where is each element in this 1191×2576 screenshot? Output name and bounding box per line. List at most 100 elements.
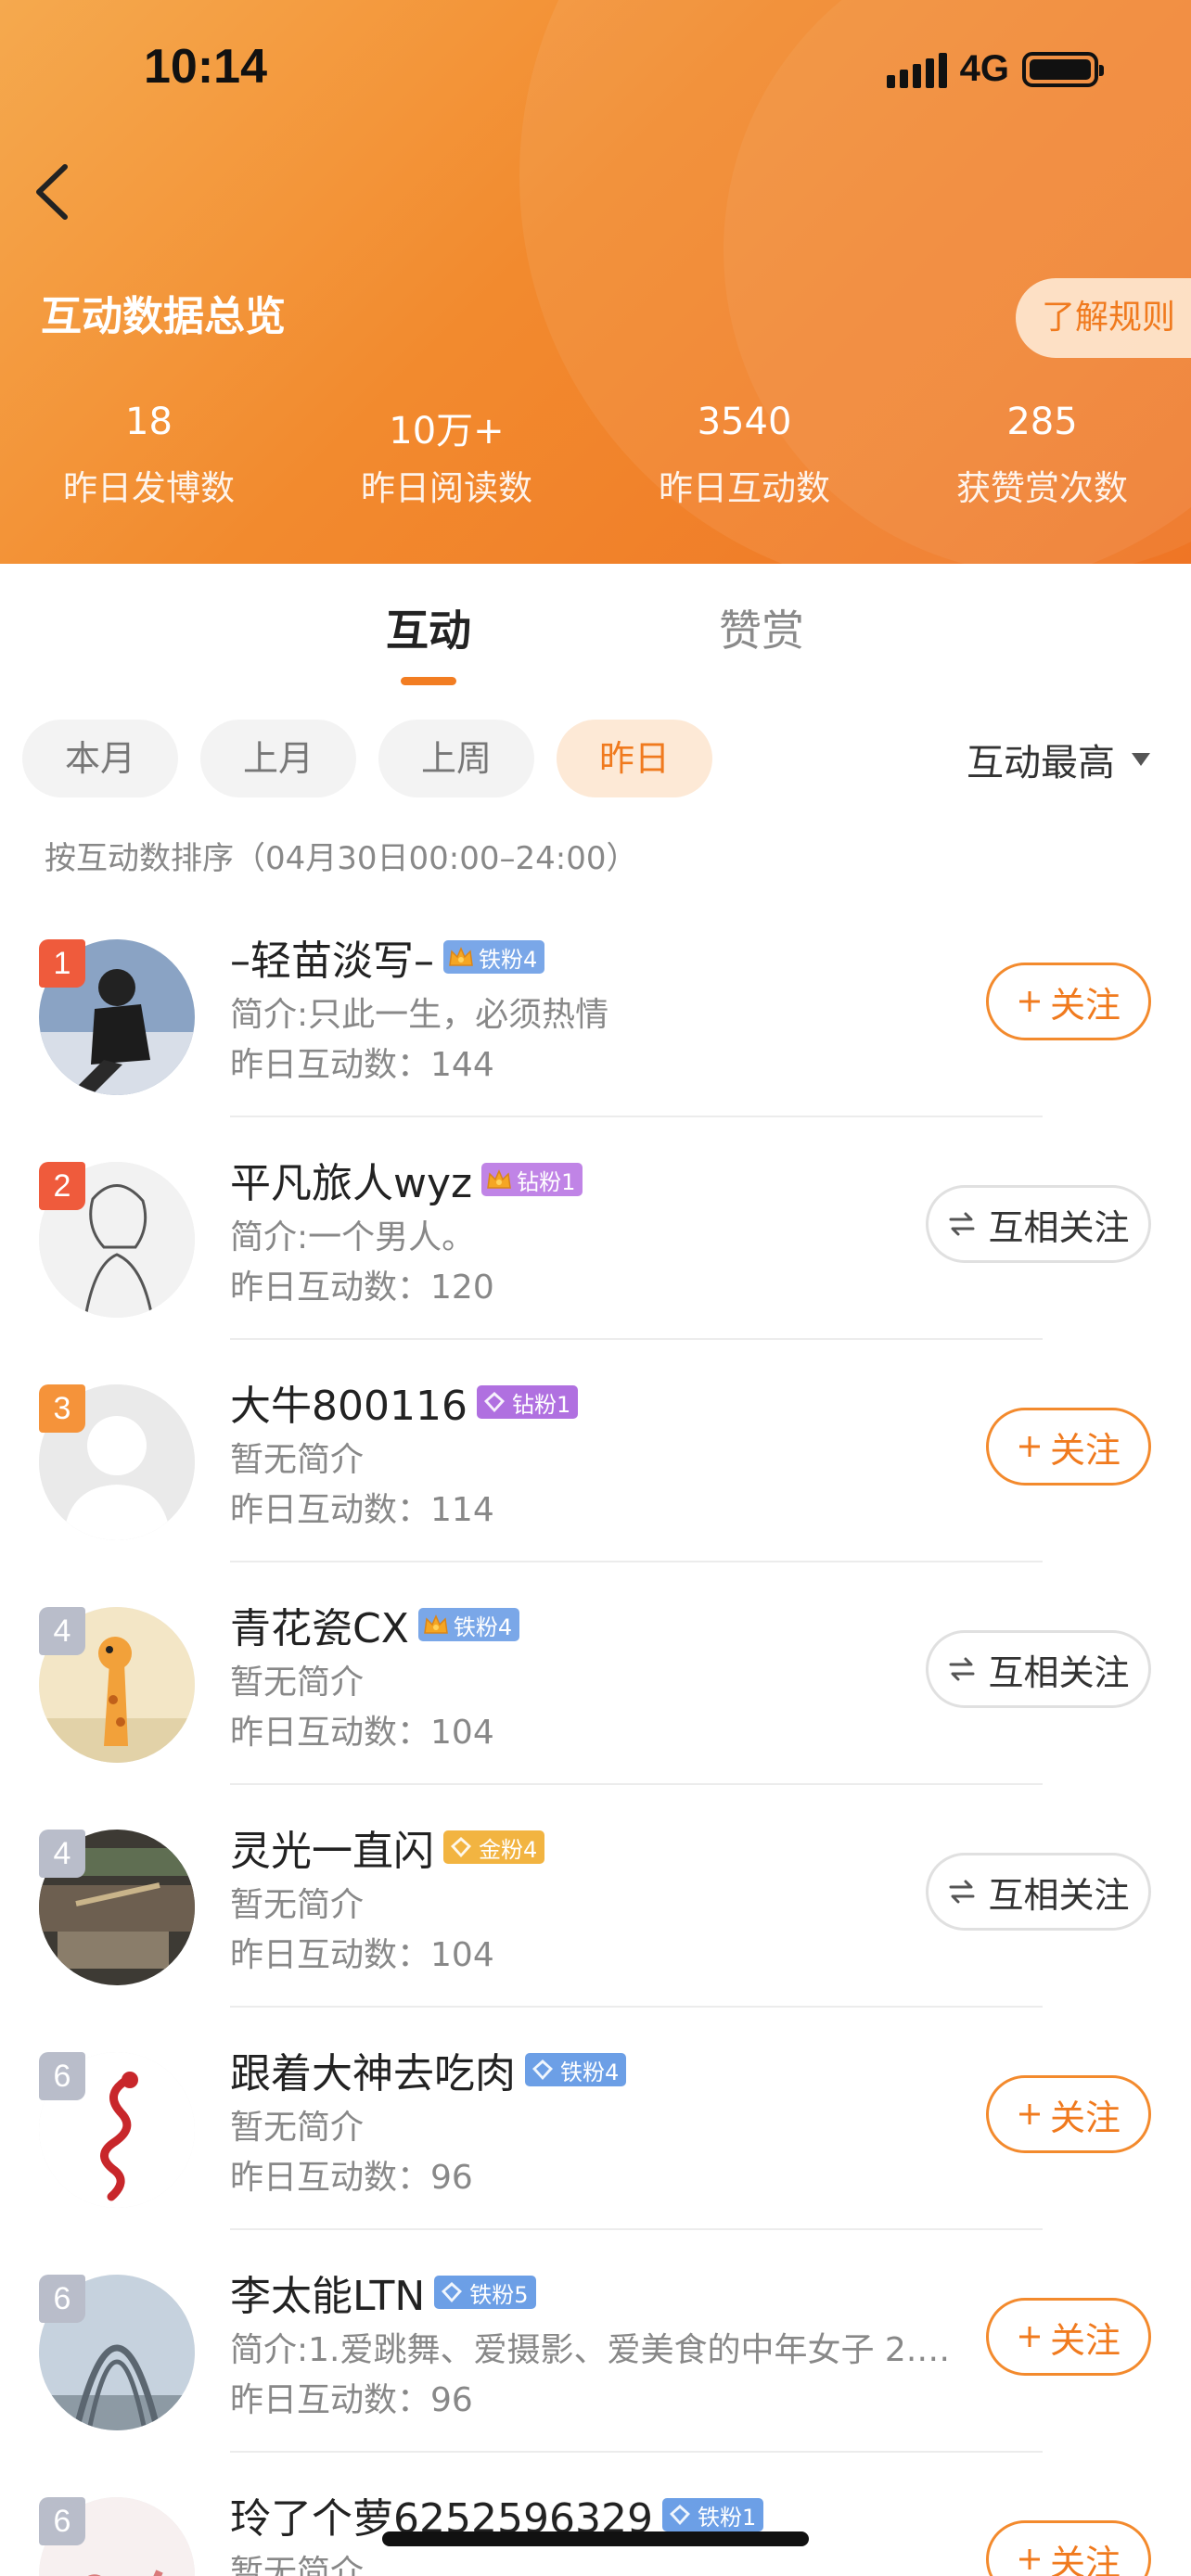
fan-level-text: 铁粉4 (560, 2059, 620, 2085)
rank-badge: 1 (39, 939, 85, 988)
tab-interaction[interactable]: 互动 (386, 593, 471, 668)
mutual-follow-button[interactable]: 互相关注 (926, 1630, 1151, 1708)
header-banner: 10:14 4G 互动数据总览 了解规则 18 昨日发博数 10万+ 昨日阅读数… (0, 0, 1191, 564)
user-intro: 暂无简介 (230, 1441, 365, 1479)
back-button[interactable] (26, 159, 82, 224)
interaction-count: 昨日互动数：96 (230, 2373, 473, 2421)
status-icons: 4G (886, 48, 1104, 90)
follow-label: 关注 (1049, 2319, 1121, 2361)
interaction-count-value: 144 (430, 1046, 494, 1084)
mutual-follow-label: 互相关注 (988, 1651, 1130, 1693)
follow-label: 关注 (1049, 2097, 1121, 2138)
crown-icon (447, 943, 475, 971)
mutual-follow-button[interactable]: 互相关注 (926, 1185, 1151, 1263)
interaction-count-value: 96 (430, 2381, 473, 2419)
user-name[interactable]: 跟着大神去吃肉 (230, 2040, 516, 2099)
user-intro: 简介:一个男人。 (230, 1218, 476, 1256)
filter-this-month[interactable]: 本月 (22, 720, 178, 797)
list-item[interactable]: 6 跟着大神去吃肉 铁粉4 暂无简介 昨日互动数：96 关注 (0, 2008, 1191, 2230)
tab-bar: 互动 赞赏 (0, 593, 1191, 686)
gem-icon (438, 2278, 466, 2306)
mutual-follow-label: 互相关注 (988, 1874, 1130, 1916)
gem-icon (529, 2056, 557, 2084)
follow-button[interactable]: 关注 (986, 963, 1151, 1040)
user-name[interactable]: 青花瓷CX (230, 1595, 409, 1654)
user-name-line: –轻苗淡写– 铁粉4 (230, 925, 545, 989)
interaction-count: 昨日互动数：104 (230, 1928, 494, 1976)
user-name[interactable]: 李太能LTN (230, 2263, 425, 2322)
follow-button[interactable]: 关注 (986, 1408, 1151, 1486)
fan-level-badge: 钻粉1 (481, 1163, 583, 1196)
filter-yesterday[interactable]: 昨日 (557, 720, 712, 797)
follow-button[interactable]: 关注 (986, 2075, 1151, 2153)
mutual-follow-button[interactable]: 互相关注 (926, 1853, 1151, 1931)
user-name-line: 大牛800116 钻粉1 (230, 1370, 579, 1435)
stat-value: 18 (125, 401, 173, 443)
interaction-count-label: 昨日互动数： (230, 2159, 431, 2197)
fan-level-badge: 铁粉4 (525, 2053, 627, 2086)
follow-button[interactable]: 关注 (986, 2298, 1151, 2376)
user-intro: 暂无简介 (230, 1886, 365, 1924)
list-item[interactable]: 6 玲了个萝6252596329 铁粉1 暂无简介 关注 (0, 2453, 1191, 2576)
rank-badge: 2 (39, 1162, 85, 1210)
interaction-count-label: 昨日互动数： (230, 1269, 431, 1307)
list-item[interactable]: 6 李太能LTN 铁粉5 简介:1.爱跳舞、爱摄影、爱美食的中年女子 2.… 昨日互动数… (0, 2230, 1191, 2453)
user-name[interactable]: 灵光一直闪 (230, 1817, 434, 1877)
sort-dropdown[interactable]: 互动最高 (967, 733, 1150, 786)
gem-icon (480, 1388, 508, 1416)
home-indicator[interactable] (382, 2531, 809, 2546)
tab-reward[interactable]: 赞赏 (719, 593, 804, 668)
fan-level-text: 钻粉1 (517, 1168, 576, 1195)
list-item[interactable]: 4 灵光一直闪 金粉4 暂无简介 昨日互动数：104 互相关注 (0, 1785, 1191, 2008)
list-item[interactable]: 4 青花瓷CX 铁粉4 暂无简介 昨日互动数：104 互相关注 (0, 1562, 1191, 1785)
list-item[interactable]: 2 平凡旅人wyz 钻粉1 简介:一个男人。 昨日互动数：120 互相关注 (0, 1117, 1191, 1340)
stats-row: 18 昨日发博数 10万+ 昨日阅读数 3540 昨日互动数 285 获赞赏次数 (0, 401, 1191, 510)
plus-icon (1018, 1436, 1040, 1457)
stat-value: 10万+ (389, 410, 505, 453)
user-list: 1 –轻苗淡写– 铁粉4 简介:只此一生，必须热情 昨日互动数： 144 关注 2 平凡旅人wy… (0, 895, 1191, 2576)
list-item[interactable]: 1 –轻苗淡写– 铁粉4 简介:只此一生，必须热情 昨日互动数：144 关注 (0, 895, 1191, 1117)
stat-interactions[interactable]: 3540 昨日互动数 (596, 401, 893, 510)
plus-icon (1018, 991, 1040, 1012)
battery-icon (1022, 51, 1104, 87)
follow-label: 关注 (1049, 1429, 1121, 1471)
stat-rewards[interactable]: 285 获赞赏次数 (893, 401, 1191, 510)
user-name-line: 灵光一直闪 金粉4 (230, 1815, 545, 1880)
user-name[interactable]: –轻苗淡写– (230, 927, 434, 987)
user-intro: 暂无简介 (230, 1664, 365, 1702)
fan-level-text: 铁粉1 (697, 2504, 757, 2531)
stat-label: 昨日阅读数 (361, 468, 532, 508)
fan-level-text: 金粉4 (479, 1836, 538, 1863)
swap-arrows-icon (949, 1657, 975, 1681)
interaction-count-value: 104 (430, 1936, 494, 1974)
user-name[interactable]: 平凡旅人wyz (230, 1150, 472, 1209)
mutual-follow-label: 互相关注 (988, 1206, 1130, 1248)
interaction-count: 昨日互动数：114 (230, 1483, 494, 1531)
crown-icon (485, 1166, 513, 1193)
fan-level-badge: 铁粉5 (434, 2276, 536, 2309)
list-item[interactable]: 3 大牛800116 钻粉1 暂无简介昨日互动数：114 关注 (0, 1340, 1191, 1562)
stat-posts[interactable]: 18 昨日发博数 (0, 401, 298, 510)
crown-icon (422, 1611, 450, 1639)
plus-icon (1018, 2104, 1040, 2124)
user-name[interactable]: 大牛800116 (230, 1372, 467, 1432)
filter-last-week[interactable]: 上周 (378, 720, 534, 797)
tab-indicator (401, 677, 456, 685)
filter-last-month[interactable]: 上月 (200, 720, 356, 797)
signal-icon (886, 51, 947, 88)
follow-button[interactable]: 关注 (986, 2520, 1151, 2576)
chevron-left-icon (36, 164, 68, 220)
rank-badge: 4 (39, 1607, 85, 1655)
rules-button[interactable]: 了解规则 (1016, 278, 1191, 358)
stat-value: 285 (1006, 401, 1078, 443)
rank-badge: 3 (39, 1384, 85, 1433)
fan-level-badge: 铁粉4 (443, 940, 545, 974)
user-intro: 简介:只此一生，必须热情 (230, 996, 609, 1034)
interaction-count-value: 120 (430, 1269, 494, 1307)
interaction-count-value: 104 (430, 1714, 494, 1752)
network-type: 4G (959, 48, 1009, 89)
fan-level-badge: 铁粉1 (661, 2498, 764, 2531)
stat-reads[interactable]: 10万+ 昨日阅读数 (298, 401, 596, 510)
fan-level-badge: 金粉4 (443, 1830, 545, 1864)
gem-icon (447, 1833, 475, 1861)
